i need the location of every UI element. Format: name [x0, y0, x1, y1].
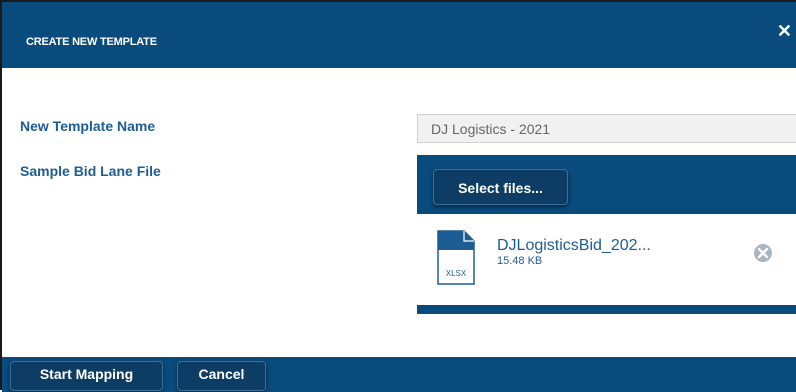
remove-file-icon[interactable] — [753, 243, 773, 263]
dialog-titlebar: CREATE NEW TEMPLATE ✕ — [2, 2, 796, 68]
cancel-button[interactable]: Cancel — [177, 361, 266, 391]
start-mapping-button[interactable]: Start Mapping — [10, 361, 163, 391]
uploaded-file-item: XLSX DJLogisticsBid_202... 15.48 KB — [417, 214, 796, 305]
file-name: DJLogisticsBid_202... — [497, 237, 651, 254]
template-name-label: New Template Name — [20, 118, 156, 134]
sample-file-label: Sample Bid Lane File — [20, 163, 161, 179]
upload-footer — [417, 305, 796, 314]
dialog-footer: Start Mapping Cancel — [2, 357, 796, 392]
file-size: 15.48 KB — [497, 255, 543, 267]
create-template-dialog: CREATE NEW TEMPLATE ✕ New Template Name … — [0, 0, 796, 392]
template-name-input[interactable] — [417, 114, 796, 143]
xlsx-file-icon: XLSX — [437, 230, 475, 285]
close-icon[interactable]: ✕ — [777, 22, 792, 40]
select-files-button[interactable]: Select files... — [433, 169, 568, 205]
file-type-label: XLSX — [446, 269, 467, 278]
file-upload-panel: Select files... XLSX DJLogisticsBid_202.… — [417, 155, 796, 315]
upload-header: Select files... — [417, 155, 796, 214]
dialog-title: CREATE NEW TEMPLATE — [26, 36, 157, 48]
